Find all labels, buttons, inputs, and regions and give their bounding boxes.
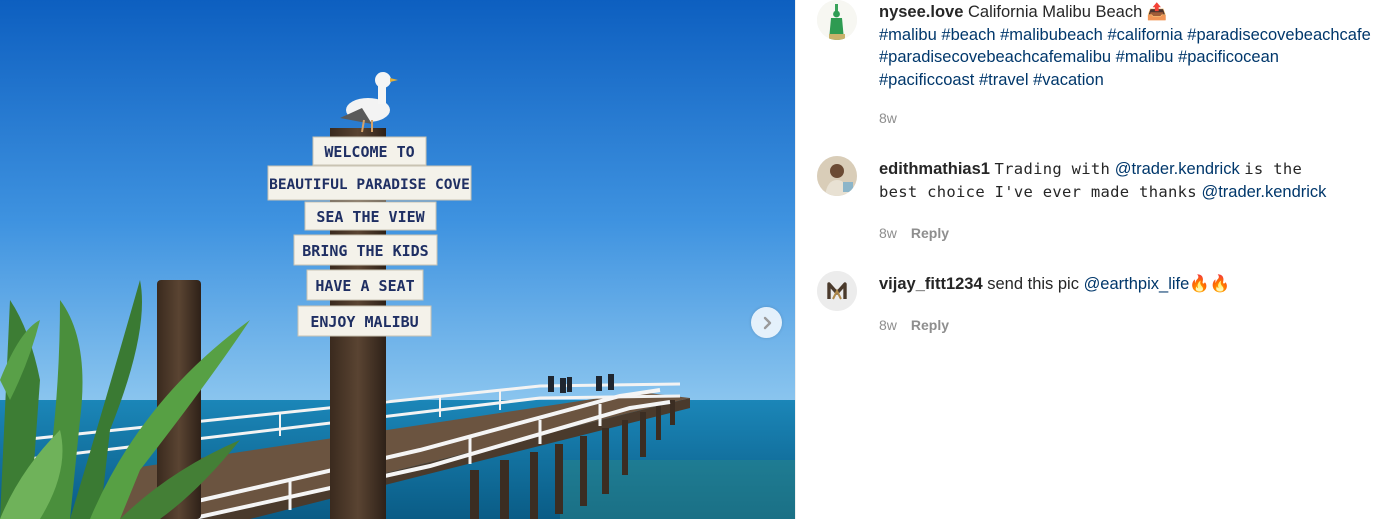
- user-photo-avatar-icon: [817, 156, 857, 196]
- comment-meta: 8w Reply: [879, 225, 949, 241]
- reply-button[interactable]: Reply: [911, 225, 949, 241]
- hashtags-line-1: #malibu #beach #malibubeach #california …: [879, 24, 1384, 47]
- hashtag[interactable]: #vacation: [1033, 71, 1104, 89]
- comment-meta: 8w Reply: [879, 317, 949, 333]
- chevron-right-icon: [763, 316, 771, 329]
- comment-body: is the: [1244, 160, 1303, 178]
- post-meta: 8w: [879, 110, 897, 126]
- hashtag[interactable]: #malibu: [879, 26, 937, 44]
- hashtag[interactable]: #pacificcoast: [879, 71, 974, 89]
- sign-sea-the-view: SEA THE VIEW: [316, 208, 425, 226]
- monogram-avatar-icon: [817, 271, 857, 311]
- hashtag[interactable]: #malibu: [1116, 48, 1174, 66]
- hashtags-line-2: #paradisecovebeachcafemalibu #malibu #pa…: [879, 46, 1384, 69]
- mention-link[interactable]: @earthpix_life: [1084, 275, 1190, 293]
- commenter-username[interactable]: edithmathias1: [879, 160, 990, 178]
- fire-emoji-icon: 🔥🔥: [1189, 275, 1231, 293]
- hashtag[interactable]: #pacificocean: [1178, 48, 1279, 66]
- hashtags-line-3: #pacificcoast #travel #vacation: [879, 69, 1384, 92]
- sign-bring-the-kids: BRING THE KIDS: [302, 242, 428, 260]
- comments-panel: nysee.love California Malibu Beach 📤 #ma…: [795, 0, 1384, 519]
- hashtag[interactable]: #malibubeach: [1000, 26, 1103, 44]
- hashtag[interactable]: #travel: [979, 71, 1029, 89]
- hashtag[interactable]: #paradisecovebeachcafe: [1187, 26, 1370, 44]
- comment-timestamp[interactable]: 8w: [879, 317, 897, 333]
- commenter-avatar[interactable]: [817, 156, 857, 196]
- post-photo[interactable]: WELCOME TO BEAUTIFUL PARADISE COVE SEA T…: [0, 0, 795, 519]
- commenter-avatar[interactable]: [817, 271, 857, 311]
- malibu-pier-image: WELCOME TO BEAUTIFUL PARADISE COVE SEA T…: [0, 0, 795, 519]
- comment-text: edithmathias1 Trading with @trader.kendr…: [879, 158, 1384, 203]
- statue-of-liberty-avatar-icon: [817, 0, 857, 40]
- sign-have-a-seat: HAVE A SEAT: [315, 277, 414, 295]
- author-username[interactable]: nysee.love: [879, 3, 963, 21]
- caption-text: California Malibu Beach 📤: [967, 3, 1168, 21]
- sign-welcome: WELCOME TO: [324, 143, 414, 161]
- commenter-username[interactable]: vijay_fitt1234: [879, 275, 983, 293]
- comment-body: best choice I've ever made thanks: [879, 182, 1197, 201]
- sign-paradise-cove: BEAUTIFUL PARADISE COVE: [269, 177, 470, 193]
- mention-link[interactable]: @trader.kendrick: [1115, 160, 1240, 178]
- comment-body: send this pic: [987, 275, 1079, 293]
- author-avatar[interactable]: [817, 0, 857, 40]
- hashtag[interactable]: #beach: [941, 26, 995, 44]
- mention-link[interactable]: @trader.kendrick: [1201, 183, 1326, 201]
- comment-timestamp[interactable]: 8w: [879, 225, 897, 241]
- hashtag[interactable]: #paradisecovebeachcafemalibu: [879, 48, 1111, 66]
- next-photo-button[interactable]: [751, 307, 782, 338]
- hashtag[interactable]: #california: [1107, 26, 1182, 44]
- comment-body: Trading with: [994, 160, 1111, 178]
- reply-button[interactable]: Reply: [911, 317, 949, 333]
- comment-text: vijay_fitt1234 send this pic @earthpix_l…: [879, 273, 1384, 296]
- post-caption: nysee.love California Malibu Beach 📤 #ma…: [879, 1, 1384, 91]
- post-timestamp[interactable]: 8w: [879, 110, 897, 126]
- sign-enjoy-malibu: ENJOY MALIBU: [310, 313, 418, 331]
